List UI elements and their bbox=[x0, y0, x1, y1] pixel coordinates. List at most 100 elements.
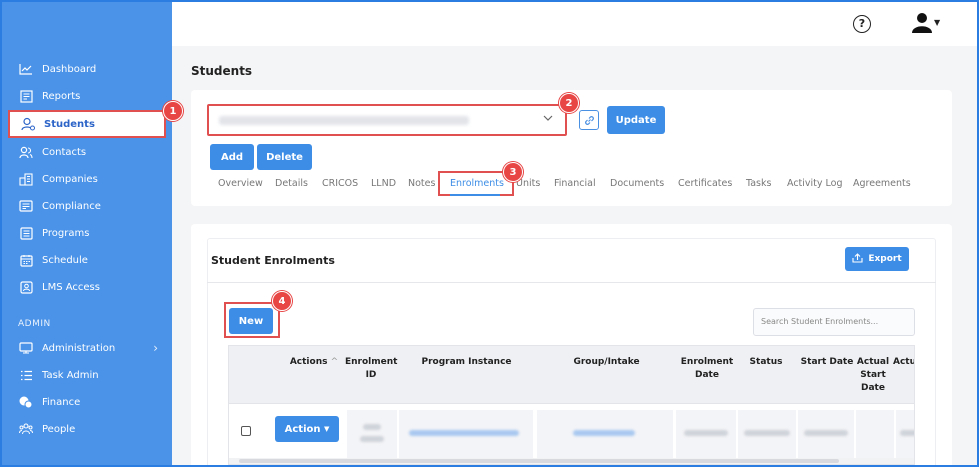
scrollbar-thumb[interactable] bbox=[239, 459, 839, 463]
tab-certificates[interactable]: Certificates bbox=[678, 178, 732, 189]
tab-tasks[interactable]: Tasks bbox=[746, 178, 771, 189]
help-icon[interactable]: ? bbox=[853, 15, 871, 33]
sidebar-item-programs[interactable]: Programs bbox=[8, 220, 166, 246]
cell-status bbox=[738, 410, 796, 458]
sidebar-item-label: Programs bbox=[42, 227, 90, 239]
sort-icon: ^ bbox=[330, 357, 339, 367]
task-list-icon bbox=[18, 368, 34, 382]
column-header-group-intake[interactable]: Group/Intake bbox=[539, 356, 674, 369]
sidebar-item-administration[interactable]: Administration › bbox=[8, 335, 166, 361]
section-title: Student Enrolments bbox=[211, 254, 335, 267]
cell-start-date bbox=[798, 410, 854, 458]
sidebar-item-label: Companies bbox=[42, 173, 98, 185]
enrolments-table: Actions ^ Enrolment ID Program Instance … bbox=[228, 345, 915, 465]
export-button[interactable]: Export bbox=[845, 247, 909, 271]
sidebar-item-label: Compliance bbox=[42, 200, 101, 212]
export-label: Export bbox=[868, 254, 902, 264]
sidebar-item-task-admin[interactable]: Task Admin bbox=[8, 362, 166, 388]
contacts-icon bbox=[18, 145, 34, 159]
column-header-enrolment-id[interactable]: Enrolment ID bbox=[345, 356, 397, 382]
step-marker-1: 1 bbox=[163, 101, 183, 121]
horizontal-scrollbar[interactable] bbox=[229, 458, 914, 464]
user-menu[interactable]: ▼ bbox=[912, 12, 948, 36]
lms-icon bbox=[18, 280, 34, 294]
column-header-enrolment-date[interactable]: Enrolment Date bbox=[676, 356, 738, 382]
sidebar-item-students[interactable]: Students bbox=[8, 110, 166, 138]
redacted-student-name bbox=[219, 116, 469, 125]
student-select[interactable] bbox=[207, 104, 567, 136]
step-marker-3: 3 bbox=[503, 162, 523, 182]
sidebar-item-companies[interactable]: Companies bbox=[8, 166, 166, 192]
tab-activity-log[interactable]: Activity Log bbox=[787, 178, 843, 189]
upload-icon bbox=[852, 252, 863, 266]
sidebar-item-label: Finance bbox=[42, 396, 81, 408]
sidebar-item-label: Contacts bbox=[42, 146, 87, 158]
column-header-status[interactable]: Status bbox=[741, 356, 791, 369]
sidebar-item-label: People bbox=[42, 423, 76, 435]
sidebar-item-people[interactable]: People bbox=[8, 416, 166, 442]
report-icon bbox=[18, 89, 34, 103]
sidebar-item-label: Dashboard bbox=[42, 63, 97, 75]
sidebar-item-contacts[interactable]: Contacts bbox=[8, 139, 166, 165]
step-marker-2: 2 bbox=[559, 93, 579, 113]
tab-enrolments[interactable]: Enrolments bbox=[450, 178, 504, 189]
compliance-icon bbox=[18, 199, 34, 213]
sidebar-item-label: Schedule bbox=[42, 254, 88, 266]
column-header-start-date[interactable]: Start Date bbox=[799, 356, 855, 369]
new-button[interactable]: New bbox=[229, 308, 273, 334]
students-icon bbox=[20, 117, 36, 131]
tab-units[interactable]: Units bbox=[516, 178, 540, 189]
sidebar-item-finance[interactable]: Finance bbox=[8, 389, 166, 415]
schedule-icon bbox=[18, 253, 34, 267]
sidebar-item-label: LMS Access bbox=[42, 281, 100, 293]
column-header-actual-start-date[interactable]: Actual Start Date bbox=[853, 356, 893, 395]
delete-button[interactable]: Delete bbox=[257, 144, 312, 170]
sidebar-item-schedule[interactable]: Schedule bbox=[8, 247, 166, 273]
chevron-down-icon bbox=[543, 113, 553, 124]
sidebar-item-label: Task Admin bbox=[42, 369, 99, 381]
tab-overview[interactable]: Overview bbox=[218, 178, 263, 189]
cell-program-instance bbox=[399, 410, 533, 458]
update-button[interactable]: Update bbox=[607, 106, 665, 134]
link-icon[interactable] bbox=[579, 110, 599, 130]
row-checkbox[interactable] bbox=[241, 426, 251, 436]
active-tab-indicator bbox=[450, 194, 500, 196]
top-bar: ? ▼ bbox=[172, 2, 977, 46]
tab-financial[interactable]: Financial bbox=[554, 178, 596, 189]
add-button[interactable]: Add bbox=[210, 144, 254, 170]
tab-cricos[interactable]: CRICOS bbox=[322, 178, 358, 189]
people-icon bbox=[18, 422, 34, 436]
app-window: Dashboard Reports Students Contacts Comp… bbox=[0, 0, 979, 467]
tab-documents[interactable]: Documents bbox=[610, 178, 664, 189]
chevron-right-icon: › bbox=[153, 341, 158, 355]
divider bbox=[207, 282, 936, 283]
enrolments-card: Student Enrolments Export New Search Stu… bbox=[191, 224, 952, 465]
tab-agreements[interactable]: Agreements bbox=[853, 178, 911, 189]
cell-enrolment-id bbox=[347, 410, 397, 458]
column-header-actions[interactable]: Actions ^ bbox=[279, 356, 349, 369]
tab-details[interactable]: Details bbox=[275, 178, 308, 189]
user-icon bbox=[912, 12, 932, 37]
sidebar-item-dashboard[interactable]: Dashboard bbox=[8, 56, 166, 82]
search-input[interactable]: Search Student Enrolments... bbox=[753, 308, 915, 336]
sidebar-item-label: Administration bbox=[42, 342, 116, 354]
tab-bar: Overview Details CRICOS LLND Notes Enrol… bbox=[191, 171, 952, 198]
sidebar: Dashboard Reports Students Contacts Comp… bbox=[2, 2, 172, 465]
action-dropdown-button[interactable]: Action ▼ bbox=[275, 416, 339, 442]
table-header: Actions ^ Enrolment ID Program Instance … bbox=[229, 346, 914, 404]
companies-icon bbox=[18, 172, 34, 186]
caret-down-icon: ▼ bbox=[323, 425, 330, 433]
column-header-actual-end-date[interactable]: Actu D bbox=[893, 356, 914, 369]
sidebar-item-reports[interactable]: Reports bbox=[8, 83, 166, 109]
programs-icon bbox=[18, 226, 34, 240]
tab-llnd[interactable]: LLND bbox=[371, 178, 396, 189]
chart-line-icon bbox=[18, 62, 34, 76]
finance-icon bbox=[18, 395, 34, 409]
sidebar-item-lms-access[interactable]: LMS Access bbox=[8, 274, 166, 300]
step-marker-4: 4 bbox=[272, 291, 292, 311]
table-row[interactable]: Action ▼ bbox=[229, 404, 914, 464]
cell-group-intake bbox=[537, 410, 673, 458]
sidebar-item-compliance[interactable]: Compliance bbox=[8, 193, 166, 219]
tab-notes[interactable]: Notes bbox=[408, 178, 435, 189]
column-header-program-instance[interactable]: Program Instance bbox=[399, 356, 534, 369]
